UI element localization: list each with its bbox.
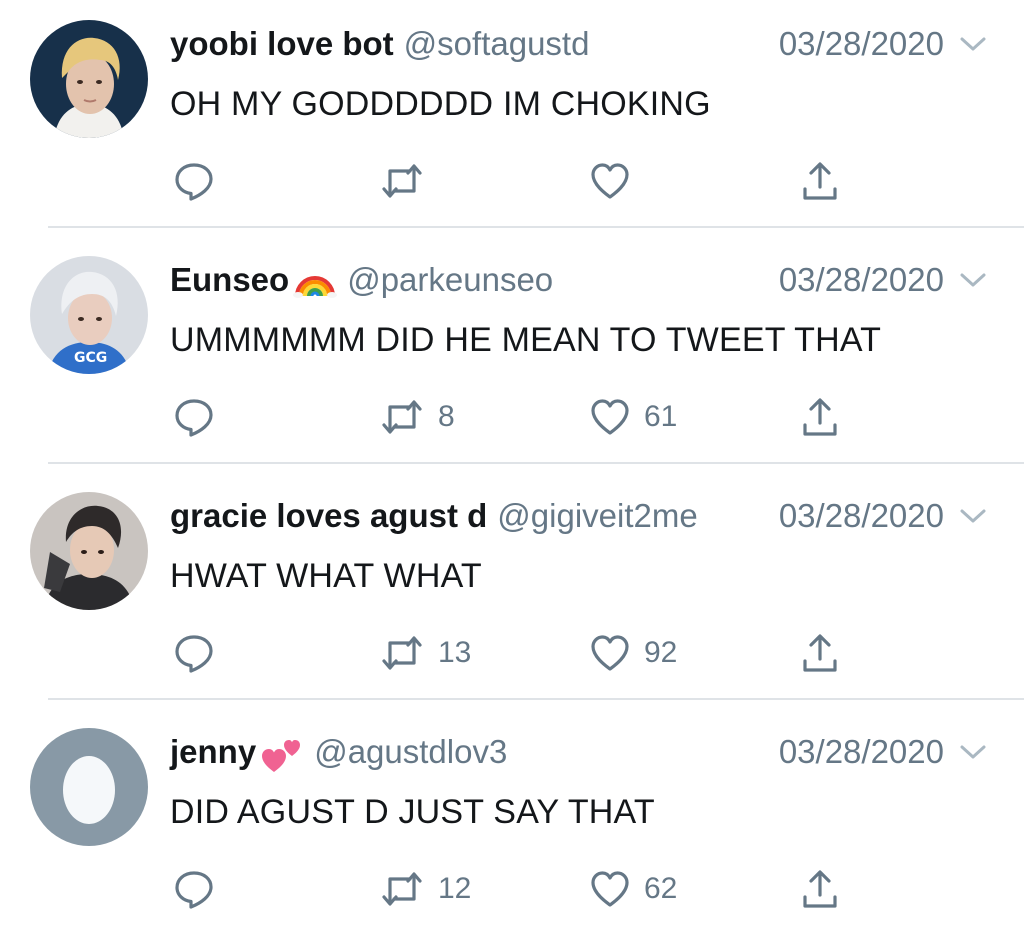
display-name[interactable]: jenny (170, 733, 256, 770)
like-count: 92 (644, 636, 678, 669)
retweet-icon (382, 400, 422, 434)
share-button[interactable] (800, 864, 840, 914)
tweet-divider (48, 698, 1024, 700)
user-handle[interactable]: @softagustd (404, 25, 590, 62)
avatar[interactable] (30, 492, 148, 610)
reply-icon (175, 399, 213, 437)
retweet-button[interactable]: 12 (378, 864, 471, 914)
like-count: 62 (644, 872, 678, 905)
like-count: 61 (644, 400, 678, 433)
display-name[interactable]: yoobi love bot (170, 25, 394, 62)
tweet-date[interactable]: 03/28/2020 (779, 730, 944, 774)
retweet-button[interactable] (378, 156, 438, 206)
retweet-icon (382, 636, 422, 670)
reply-button[interactable] (172, 392, 216, 442)
share-icon (803, 870, 837, 908)
user-handle[interactable]: @agustdlov3 (314, 733, 507, 770)
reply-button[interactable] (172, 628, 216, 678)
share-button[interactable] (800, 628, 840, 678)
two-hearts-icon (260, 734, 304, 779)
avatar[interactable] (30, 20, 148, 138)
heart-icon (591, 871, 629, 907)
svg-text:GCG: GCG (74, 350, 107, 366)
retweet-count: 8 (438, 400, 455, 433)
retweet-icon (382, 872, 422, 906)
share-icon (803, 398, 837, 436)
heart-icon (591, 399, 629, 435)
tweet-text: DID AGUST D JUST SAY THAT (170, 793, 655, 831)
tweet[interactable]: yoobi love bot @softagustd 03/28/2020 OH … (0, 0, 1024, 236)
retweet-button[interactable]: 13 (378, 628, 471, 678)
tweet-text: UMMMMMM DID HE MEAN TO TWEET THAT (170, 321, 882, 359)
chevron-down-icon[interactable] (958, 506, 988, 526)
reply-icon (175, 871, 213, 909)
like-button[interactable]: 92 (588, 628, 677, 678)
display-name[interactable]: Eunseo (170, 261, 289, 298)
rainbow-icon (293, 262, 338, 303)
tweet-header: Eunseo @parkeunseo 03/28/2020 (170, 258, 988, 302)
display-name[interactable]: gracie loves agust d (170, 497, 487, 534)
retweet-count: 13 (438, 636, 472, 669)
tweet-divider (48, 226, 1024, 228)
tweet-actions: 13 92 (0, 628, 1024, 678)
chevron-down-icon[interactable] (958, 270, 988, 290)
reply-icon (175, 635, 213, 673)
share-icon (803, 634, 837, 672)
tweet-feed: yoobi love bot @softagustd 03/28/2020 OH … (0, 0, 1024, 932)
tweet-date[interactable]: 03/28/2020 (779, 258, 944, 302)
tweet-header: jenny @agustdlov3 03/28/2020 (170, 730, 988, 774)
reply-icon (175, 163, 213, 201)
tweet-actions (0, 156, 1024, 206)
user-handle[interactable]: @parkeunseo (347, 261, 553, 298)
share-button[interactable] (800, 156, 840, 206)
tweet-text: HWAT WHAT WHAT (170, 557, 482, 595)
tweet[interactable]: gracie loves agust d @gigiveit2me 03/28/2… (0, 472, 1024, 708)
tweet-divider (48, 462, 1024, 464)
like-button[interactable] (588, 156, 644, 206)
heart-icon (591, 163, 629, 199)
tweet[interactable]: GCG Eunseo @parkeunseo 03/28/2020 UMMMMMM… (0, 236, 1024, 472)
reply-button[interactable] (172, 156, 216, 206)
retweet-button[interactable]: 8 (378, 392, 455, 442)
avatar[interactable]: GCG (30, 256, 148, 374)
tweet-header: yoobi love bot @softagustd 03/28/2020 (170, 22, 988, 66)
user-handle[interactable]: @gigiveit2me (497, 497, 697, 534)
retweet-count: 12 (438, 872, 472, 905)
tweet[interactable]: jenny @agustdlov3 03/28/2020 DID AGUST D … (0, 708, 1024, 944)
tweet-actions: 12 62 (0, 864, 1024, 914)
avatar[interactable] (30, 728, 148, 846)
tweet-actions: 8 61 (0, 392, 1024, 442)
share-button[interactable] (800, 392, 840, 442)
retweet-icon (382, 164, 422, 198)
heart-icon (591, 635, 629, 671)
tweet-date[interactable]: 03/28/2020 (779, 494, 944, 538)
tweet-header: gracie loves agust d @gigiveit2me 03/28/2… (170, 494, 988, 538)
tweet-text: OH MY GODDDDDD IM CHOKING (170, 85, 711, 123)
chevron-down-icon[interactable] (958, 742, 988, 762)
share-icon (803, 162, 837, 200)
like-button[interactable]: 62 (588, 864, 677, 914)
reply-button[interactable] (172, 864, 216, 914)
tweet-date[interactable]: 03/28/2020 (779, 22, 944, 66)
chevron-down-icon[interactable] (958, 34, 988, 54)
like-button[interactable]: 61 (588, 392, 677, 442)
